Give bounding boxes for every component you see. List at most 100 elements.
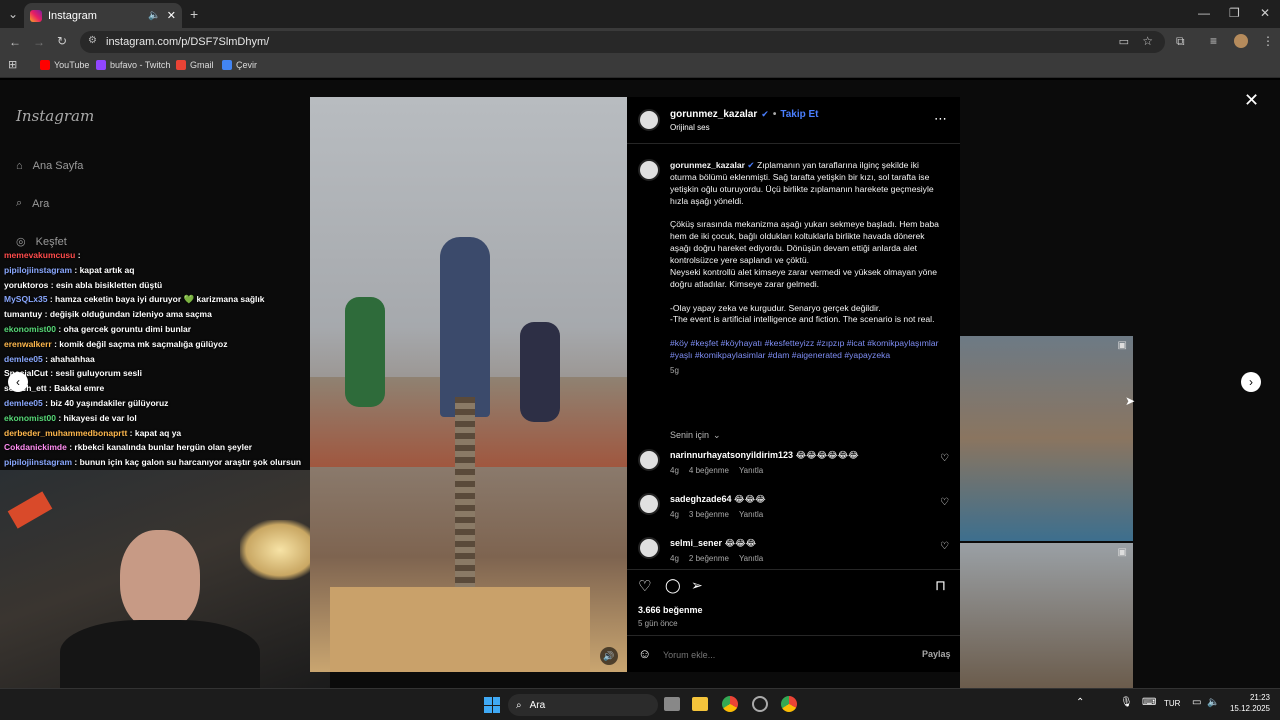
task-view-icon[interactable] bbox=[664, 697, 680, 711]
forward-icon[interactable]: → bbox=[33, 36, 45, 48]
instagram-logo[interactable]: Instagram bbox=[16, 107, 94, 125]
mic-icon[interactable]: 🎙 bbox=[1120, 697, 1133, 708]
related-post-thumb[interactable]: ▣ bbox=[960, 543, 1133, 688]
chat-username[interactable]: MySQLx35 bbox=[4, 294, 47, 304]
comment-like-icon[interactable]: ♡ bbox=[940, 497, 949, 508]
bookmark-youtube[interactable]: YouTube bbox=[40, 60, 89, 70]
chat-username[interactable]: pipilojiinstagram bbox=[4, 457, 72, 467]
bookmark-star-icon[interactable]: ☆ bbox=[1142, 34, 1153, 48]
next-post-icon[interactable]: › bbox=[1241, 372, 1261, 392]
profile-avatar[interactable] bbox=[1234, 34, 1248, 48]
like-icon[interactable]: ♡ bbox=[638, 577, 651, 595]
related-post-thumb[interactable]: ▣ bbox=[960, 336, 1133, 541]
chat-separator: : bbox=[72, 457, 80, 468]
start-icon[interactable] bbox=[484, 697, 500, 713]
audio-label[interactable]: Orijinal ses bbox=[670, 123, 710, 132]
extensions-icon[interactable]: ⧉ bbox=[1176, 35, 1185, 47]
menu-icon[interactable]: ⋮ bbox=[1262, 35, 1274, 47]
chat-message: ekonomist00 : hikayesi de var lol bbox=[4, 413, 304, 428]
back-icon[interactable]: ← bbox=[9, 36, 21, 48]
comment-text: 😂😂😂 bbox=[724, 538, 757, 548]
chrome-active-icon[interactable] bbox=[781, 696, 797, 712]
comment-likes[interactable]: 3 beğenme bbox=[689, 510, 729, 519]
comment-username[interactable]: selmi_sener bbox=[670, 538, 722, 548]
url-field[interactable]: ⚙ instagram.com/p/DSF7SlmDhym/ ▭ ☆ bbox=[80, 31, 1165, 53]
chat-username[interactable]: demlee05 bbox=[4, 354, 43, 364]
reply-button[interactable]: Yanıtla bbox=[739, 510, 763, 519]
speaker-icon[interactable]: 🔈 bbox=[148, 10, 160, 21]
close-window-icon[interactable]: ✕ bbox=[1260, 7, 1270, 19]
comment-likes[interactable]: 2 beğenme bbox=[689, 554, 729, 563]
comment-like-icon[interactable]: ♡ bbox=[940, 453, 949, 464]
bookmark-gmail[interactable]: Gmail bbox=[176, 60, 214, 70]
new-tab-icon[interactable]: + bbox=[190, 7, 198, 21]
chat-username[interactable]: Cokdanickimde bbox=[4, 442, 67, 452]
bookmark-translate[interactable]: Çevir bbox=[222, 60, 257, 70]
chat-username[interactable]: ekonomist00 bbox=[4, 413, 56, 423]
nav-search[interactable]: ⌕ Ara bbox=[16, 197, 49, 210]
keyboard-icon[interactable]: ⌨ bbox=[1142, 697, 1156, 708]
cast-icon[interactable]: ▭ bbox=[1119, 35, 1129, 48]
clock[interactable]: 21:23 15.12.2025 bbox=[1224, 693, 1270, 715]
maximize-icon[interactable]: ❐ bbox=[1229, 7, 1240, 19]
mute-icon[interactable]: 🔊 bbox=[600, 647, 618, 665]
author-username[interactable]: gorunmez_kazalar bbox=[670, 109, 757, 120]
minimize-icon[interactable]: — bbox=[1198, 7, 1210, 19]
chat-username[interactable]: memevakumcusu bbox=[4, 250, 75, 260]
hashtags[interactable]: #köy #keşfet #köyhayatı #kesfetteyizz #z… bbox=[670, 338, 942, 362]
chat-username[interactable]: pipilojiinstagram bbox=[4, 265, 72, 275]
commenter-avatar[interactable] bbox=[638, 493, 660, 515]
comment-like-icon[interactable]: ♡ bbox=[940, 541, 949, 552]
media-control-icon[interactable]: ≡ bbox=[1210, 35, 1217, 47]
caption-avatar[interactable] bbox=[638, 159, 660, 181]
reload-icon[interactable]: ↻ bbox=[57, 35, 67, 47]
comment-username[interactable]: sadeghzade64 bbox=[670, 494, 732, 504]
language-indicator[interactable]: TUR bbox=[1164, 699, 1180, 708]
tab-search-icon[interactable]: ⌄ bbox=[8, 8, 18, 20]
tray-chevron-icon[interactable]: ⌃ bbox=[1076, 697, 1084, 708]
prev-post-icon[interactable]: ‹ bbox=[8, 372, 28, 392]
chat-username[interactable]: yoruktoros bbox=[4, 280, 48, 290]
nav-home[interactable]: ⌂ Ana Sayfa bbox=[16, 160, 83, 172]
comment-icon[interactable]: ◯ bbox=[665, 577, 681, 594]
file-explorer-icon[interactable] bbox=[692, 697, 708, 711]
tab-instagram[interactable]: Instagram 🔈 ✕ bbox=[24, 3, 182, 28]
bookmarks-bar: ⊞ YouTube bufavo - Twitch Gmail Çevir bbox=[0, 56, 1280, 78]
comment-input[interactable] bbox=[663, 647, 903, 662]
commenter-avatar[interactable] bbox=[638, 537, 660, 559]
caption-username[interactable]: gorunmez_kazalar bbox=[670, 160, 745, 170]
close-tab-icon[interactable]: ✕ bbox=[167, 9, 176, 22]
bookmark-twitch[interactable]: bufavo - Twitch bbox=[96, 60, 170, 70]
reply-button[interactable]: Yanıtla bbox=[739, 466, 763, 475]
emoji-icon[interactable]: ☺ bbox=[638, 646, 651, 661]
caption-paragraph: -Olay yapay zeka ve kurgudur. Senaryo ge… bbox=[670, 302, 881, 313]
chat-username[interactable]: erenwalkerr bbox=[4, 339, 52, 349]
taskbar-search[interactable]: ⌕ Ara bbox=[508, 694, 658, 716]
close-modal-icon[interactable]: ✕ bbox=[1244, 90, 1259, 111]
chat-username[interactable]: ekonomist00 bbox=[4, 324, 56, 334]
comment-username[interactable]: narinnurhayatsonyildirim123 bbox=[670, 450, 793, 460]
comment-likes[interactable]: 4 beğenme bbox=[689, 466, 729, 475]
follow-button[interactable]: Takip Et bbox=[780, 109, 818, 120]
post-video[interactable]: 🔊 bbox=[310, 97, 627, 672]
for-you-filter[interactable]: Senin için ⌄ bbox=[670, 430, 721, 441]
obs-icon[interactable] bbox=[752, 696, 768, 712]
save-icon[interactable]: ⊓ bbox=[935, 577, 946, 594]
reply-button[interactable]: Yanıtla bbox=[739, 554, 763, 563]
chrome-icon[interactable] bbox=[722, 696, 738, 712]
commenter-avatar[interactable] bbox=[638, 449, 660, 471]
more-options-icon[interactable]: ⋯ bbox=[934, 111, 947, 127]
post-comment-button[interactable]: Paylaş bbox=[922, 649, 951, 659]
chat-username[interactable]: demlee05 bbox=[4, 398, 43, 408]
site-info-icon[interactable]: ⚙ bbox=[88, 35, 97, 46]
clock-date: 15.12.2025 bbox=[1229, 703, 1270, 713]
volume-icon[interactable]: 🔈 bbox=[1207, 697, 1219, 708]
network-icon[interactable]: ▭ bbox=[1192, 697, 1201, 708]
apps-grid-icon[interactable]: ⊞ bbox=[8, 60, 17, 71]
like-count[interactable]: 3.666 beğenme bbox=[638, 605, 703, 615]
chat-username[interactable]: derbeder_muhammedbonaprtt bbox=[4, 428, 127, 438]
author-avatar[interactable] bbox=[638, 109, 660, 131]
nav-explore[interactable]: ◎ Keşfet bbox=[16, 235, 67, 249]
chat-username[interactable]: tumantuy bbox=[4, 309, 42, 319]
share-icon[interactable]: ➢ bbox=[691, 577, 703, 594]
